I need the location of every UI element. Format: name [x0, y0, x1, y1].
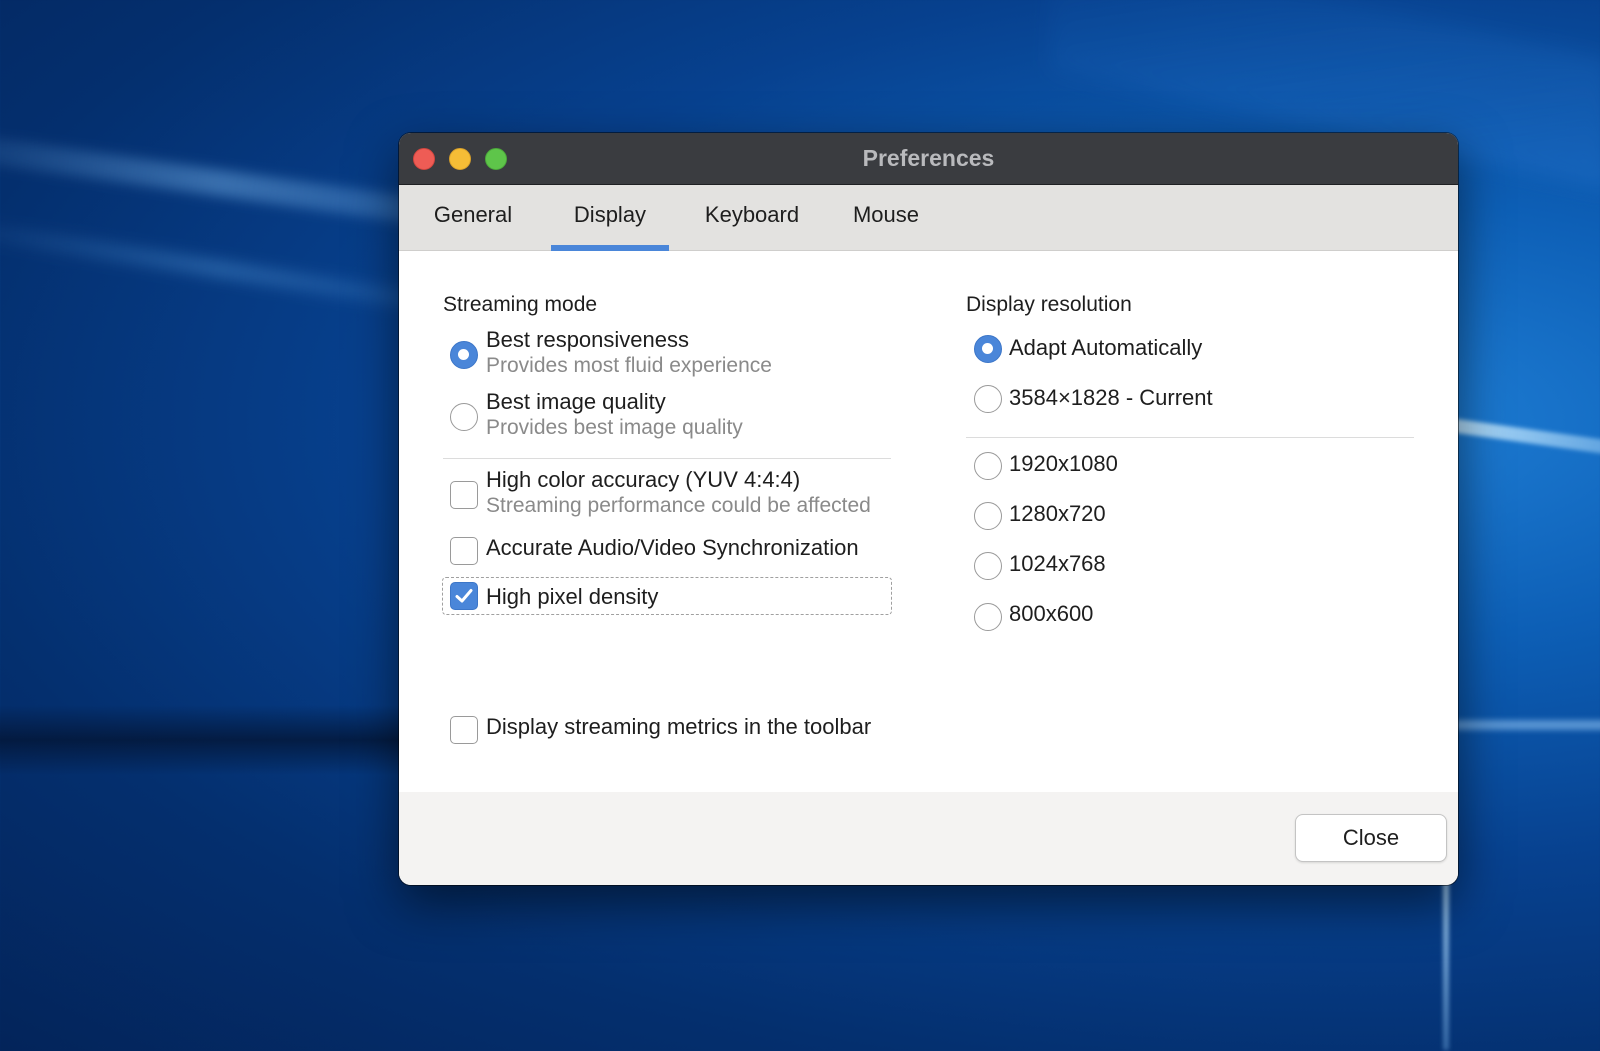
option-best-image-quality[interactable]: Best image quality Provides best image q… — [486, 389, 743, 440]
option-label: High pixel density — [486, 584, 659, 609]
wallpaper-light-beam — [1443, 860, 1449, 1050]
radio-current-resolution[interactable] — [974, 385, 1002, 413]
option-1024x768[interactable]: 1024x768 — [1009, 551, 1106, 577]
tab-mouse[interactable]: Mouse — [839, 185, 933, 251]
option-current-resolution[interactable]: 3584×1828 - Current — [1009, 385, 1213, 411]
option-best-responsiveness[interactable]: Best responsiveness Provides most fluid … — [486, 327, 772, 378]
tab-display[interactable]: Display — [551, 185, 669, 251]
title-bar[interactable]: Preferences — [399, 133, 1458, 185]
radio-1920x1080[interactable] — [974, 452, 1002, 480]
display-settings-panel: Streaming mode Best responsiveness Provi… — [399, 251, 1458, 792]
option-label: Display streaming metrics in the toolbar — [486, 714, 872, 739]
radio-adapt-automatically[interactable] — [974, 335, 1002, 363]
option-800x600[interactable]: 800x600 — [1009, 601, 1093, 627]
checkbox-high-pixel-density[interactable] — [450, 582, 478, 610]
option-label: 3584×1828 - Current — [1009, 385, 1213, 410]
radio-1024x768[interactable] — [974, 552, 1002, 580]
divider — [966, 437, 1414, 438]
radio-1280x720[interactable] — [974, 502, 1002, 530]
radio-best-responsiveness[interactable] — [450, 341, 478, 369]
streaming-mode-label: Streaming mode — [443, 293, 598, 316]
window-title: Preferences — [862, 145, 995, 171]
option-high-pixel-density[interactable]: High pixel density — [486, 584, 658, 610]
option-label: 1280x720 — [1009, 501, 1106, 526]
option-description: Streaming performance could be affected — [486, 494, 871, 517]
checkmark-icon — [455, 589, 473, 603]
preferences-window: Preferences General Display Keyboard Mou… — [399, 133, 1458, 885]
option-1920x1080[interactable]: 1920x1080 — [1009, 451, 1118, 477]
option-label: Best responsiveness — [486, 327, 689, 352]
option-1280x720[interactable]: 1280x720 — [1009, 501, 1106, 527]
checkbox-high-color-accuracy[interactable] — [450, 481, 478, 509]
wallpaper-band — [0, 705, 420, 775]
option-av-sync[interactable]: Accurate Audio/Video Synchronization — [486, 535, 859, 561]
divider — [443, 458, 891, 459]
option-label: 1920x1080 — [1009, 451, 1118, 476]
tab-bar: General Display Keyboard Mouse — [399, 185, 1458, 251]
checkbox-streaming-metrics[interactable] — [450, 716, 478, 744]
option-label: Accurate Audio/Video Synchronization — [486, 535, 859, 560]
option-label: Adapt Automatically — [1009, 335, 1203, 360]
checkbox-av-sync[interactable] — [450, 537, 478, 565]
option-high-color-accuracy[interactable]: High color accuracy (YUV 4:4:4) Streamin… — [486, 467, 871, 518]
option-label: 1024x768 — [1009, 551, 1106, 576]
dialog-footer: Close — [399, 792, 1458, 885]
close-button[interactable]: Close — [1295, 814, 1447, 862]
radio-best-image-quality[interactable] — [450, 403, 478, 431]
display-resolution-label: Display resolution — [966, 293, 1132, 316]
tab-keyboard[interactable]: Keyboard — [695, 185, 809, 251]
option-label: 800x600 — [1009, 601, 1094, 626]
option-label: High color accuracy (YUV 4:4:4) — [486, 467, 801, 492]
option-label: Best image quality — [486, 389, 666, 414]
option-description: Provides best image quality — [486, 416, 743, 439]
option-adapt-automatically[interactable]: Adapt Automatically — [1009, 335, 1202, 361]
option-streaming-metrics[interactable]: Display streaming metrics in the toolbar — [486, 714, 871, 740]
radio-800x600[interactable] — [974, 603, 1002, 631]
option-description: Provides most fluid experience — [486, 354, 772, 377]
tab-general[interactable]: General — [419, 185, 527, 251]
